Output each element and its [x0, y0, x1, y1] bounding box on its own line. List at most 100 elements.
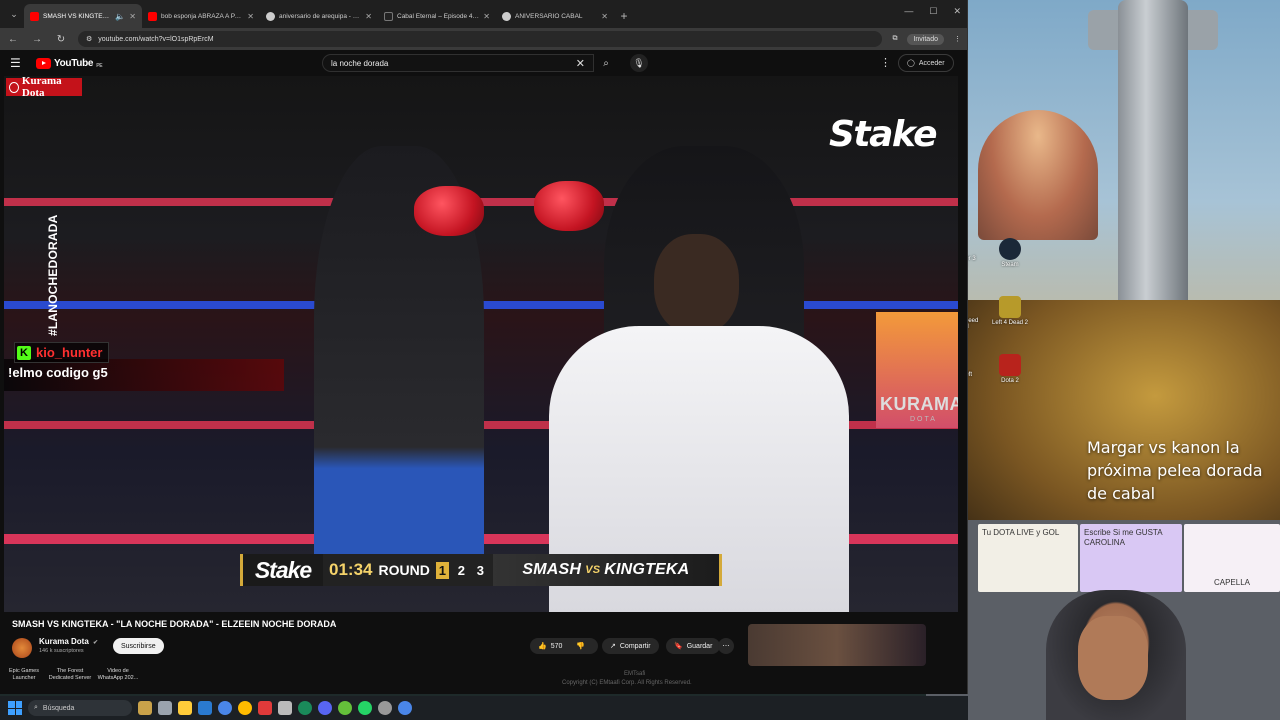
left4dead2-icon: [999, 296, 1021, 318]
back-icon[interactable]: ←: [6, 34, 20, 45]
clear-search-icon[interactable]: ✕: [576, 57, 585, 70]
browser-tab[interactable]: Cabal Eternal – Episode 42 – F ✕: [378, 4, 496, 28]
speaker-icon[interactable]: 🔈: [115, 12, 125, 21]
boxing-glove: [534, 181, 604, 231]
close-icon[interactable]: ✕: [129, 12, 136, 21]
discord-icon[interactable]: [318, 701, 332, 715]
sponsor-logo: Stake: [829, 114, 938, 155]
account-icon: ◯: [907, 60, 915, 67]
task-view-icon[interactable]: [158, 701, 172, 715]
versus: VS: [585, 564, 601, 576]
desktop-icon-label[interactable]: Epic Games Launcher: [2, 668, 46, 682]
chrome-icon[interactable]: [398, 701, 412, 715]
close-icon[interactable]: ✕: [483, 12, 490, 21]
youtube-favicon-icon: [30, 11, 39, 21]
search-icon: ⌕: [603, 57, 609, 69]
voice-search-button[interactable]: 🎙: [630, 54, 648, 72]
browser-tab[interactable]: bob esponja ABRAZA A PATRIC ✕: [142, 4, 260, 28]
chat-user-badge: K kio_hunter: [14, 342, 110, 363]
search-button[interactable]: ⌕: [594, 54, 618, 72]
close-window-icon[interactable]: ✕: [953, 6, 961, 17]
browser-tab[interactable]: SMASH VS KINGTEKA - "LA 🔈 ✕: [24, 4, 142, 28]
like-icon[interactable]: 👍: [538, 642, 547, 650]
save-button[interactable]: 🔖 Guardar: [666, 638, 721, 654]
close-icon[interactable]: ✕: [365, 12, 372, 21]
app-icon[interactable]: [338, 701, 352, 715]
browser-window: ⌄ SMASH VS KINGTEKA - "LA 🔈 ✕ bob esponj…: [0, 0, 968, 694]
desktop-icon-left4dead2[interactable]: Left 4 Dead 2: [980, 296, 1040, 326]
taskbar-app-icon[interactable]: [138, 701, 152, 715]
chrome-icon[interactable]: [218, 701, 232, 715]
fighter-b: KINGTEKA: [604, 561, 690, 578]
site-info-icon[interactable]: ⚙: [86, 35, 92, 43]
browser-menu-icon[interactable]: ⋮: [954, 35, 961, 43]
streamer-face: [1078, 616, 1148, 700]
kurama-logo-subtext: DOTA: [910, 416, 937, 423]
channel-name-link[interactable]: Kurama Dota ✔: [39, 637, 98, 646]
site-favicon-icon: [384, 11, 393, 21]
store-icon[interactable]: [198, 701, 212, 715]
url-text: youtube.com/watch?v=lO1spRpErcM: [98, 35, 214, 43]
microphone-icon: 🎙: [633, 57, 645, 68]
whatsapp-icon[interactable]: [358, 701, 372, 715]
steam-icon: [999, 238, 1021, 260]
reload-icon[interactable]: ↻: [54, 34, 68, 45]
scoreboard-clock-group: 01:34 ROUND 1 2 3: [323, 554, 493, 586]
cast-icon[interactable]: ⧉: [892, 35, 897, 43]
like-count: 570: [550, 642, 563, 650]
tab-title: ANIVERSARIO CABAL: [515, 12, 583, 20]
taskbar-search[interactable]: ⌕ Búsqueda: [28, 700, 132, 716]
guest-profile-button[interactable]: Invitado: [907, 33, 944, 45]
fighter-a: SMASH: [522, 561, 582, 578]
app-w-icon[interactable]: [258, 701, 272, 715]
boxing-glove: [414, 186, 484, 236]
app-icon[interactable]: [278, 701, 292, 715]
app-icon[interactable]: [378, 701, 392, 715]
desktop-icon-label: Steam: [1001, 262, 1019, 268]
share-button[interactable]: ↗ Compartir: [602, 638, 659, 654]
browser-tab[interactable]: aniversario de arequipa - Busca ✕: [260, 4, 378, 28]
more-actions-button[interactable]: ⋯: [718, 638, 734, 654]
search-input[interactable]: la noche dorada ✕: [322, 54, 594, 72]
more-options-icon[interactable]: ⋮: [880, 56, 891, 69]
video-player[interactable]: Kurama Dota #LANOCHEDORADA Stake !elmo c…: [4, 76, 958, 612]
dota2-icon: [999, 354, 1021, 376]
share-label: Compartir: [619, 642, 651, 650]
recommended-video-thumbnail[interactable]: [748, 624, 926, 666]
desktop-icon-label[interactable]: Video de WhatsApp 202...: [94, 668, 142, 682]
like-dislike-group: 👍 570 👎: [530, 638, 598, 654]
channel-name: Kurama Dota: [39, 637, 89, 646]
verified-icon: ✔: [93, 640, 99, 646]
video-copyright: Copyright (C) EMtaafi Corp. All Rights R…: [562, 680, 692, 686]
tab-title: aniversario de arequipa - Busca: [279, 12, 361, 20]
minimize-icon[interactable]: —: [904, 6, 913, 17]
address-bar[interactable]: ⚙ youtube.com/watch?v=lO1spRpErcM: [78, 31, 883, 47]
windows-start-icon[interactable]: [8, 701, 22, 715]
desktop-icon-steam[interactable]: Steam: [980, 238, 1040, 268]
close-icon[interactable]: ✕: [601, 12, 608, 21]
event-hashtag: #LANOCHEDORADA: [46, 214, 60, 336]
signin-label: Acceder: [918, 59, 945, 67]
subscribe-button[interactable]: Suscribirse: [113, 638, 164, 654]
new-tab-button[interactable]: +: [614, 4, 634, 28]
youtube-header: ☰ YouTube PE la noche dorada ✕ ⌕ 🎙 ⋮ ◯ A…: [0, 50, 967, 76]
kick-icon: K: [17, 345, 31, 360]
youtube-logo[interactable]: YouTube PE: [36, 57, 103, 69]
edge-icon[interactable]: [238, 701, 252, 715]
forward-icon[interactable]: →: [30, 34, 44, 45]
channel-avatar[interactable]: [12, 638, 32, 658]
app-icon[interactable]: [298, 701, 312, 715]
tab-search-icon[interactable]: ⌄: [4, 0, 24, 28]
browser-tab[interactable]: ANIVERSARIO CABAL ✕: [496, 4, 614, 28]
taskbar-search-placeholder: Búsqueda: [42, 704, 75, 712]
close-icon[interactable]: ✕: [247, 12, 254, 21]
file-explorer-icon[interactable]: [178, 701, 192, 715]
round-indicator: 2: [457, 562, 465, 578]
maximize-icon[interactable]: ☐: [929, 6, 937, 17]
menu-icon[interactable]: ☰: [10, 56, 28, 70]
desktop-icon-dota2[interactable]: Dota 2: [980, 354, 1040, 384]
chat-message: !elmo codigo g5: [4, 359, 284, 391]
desktop-icon-label[interactable]: The Forest Dedicated Server: [46, 668, 94, 682]
signin-button[interactable]: ◯ Acceder: [898, 54, 954, 72]
dislike-icon[interactable]: 👎: [576, 642, 585, 650]
